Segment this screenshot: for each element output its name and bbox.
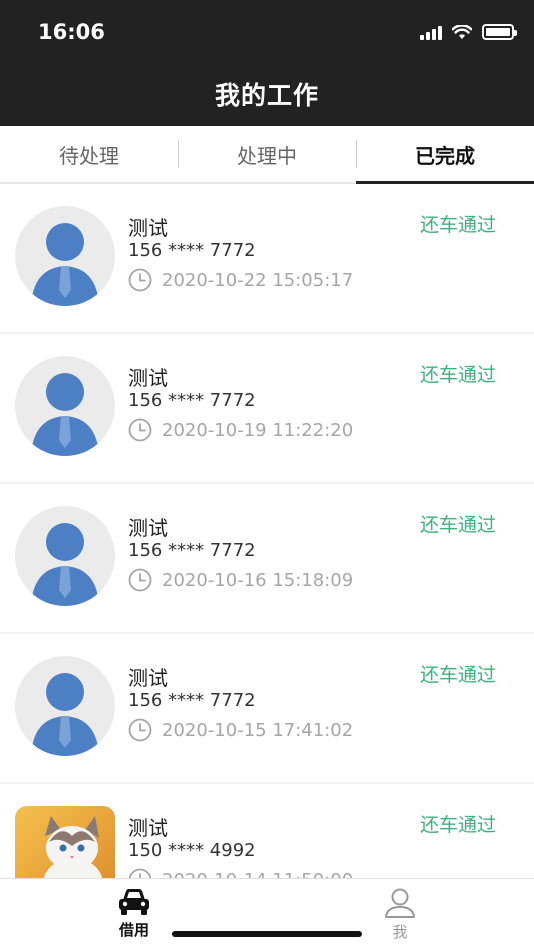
wifi-icon — [452, 24, 472, 39]
cellular-signal-icon — [420, 25, 442, 40]
clock-icon — [128, 718, 152, 742]
record-name: 测试 — [128, 816, 168, 840]
record-time-row: 2020-10-15 17:41:02 — [128, 718, 353, 742]
tab-pending[interactable]: 待处理 — [0, 126, 178, 182]
tab-in-progress[interactable]: 处理中 — [178, 126, 356, 182]
record-list: 测试 156 **** 7772 2020-10-22 15:05:17 还车通… — [0, 184, 534, 878]
record-time-row: 2020-10-22 15:05:17 — [128, 268, 353, 292]
record-name: 测试 — [128, 516, 168, 540]
status-badge: 还车通过 — [419, 214, 496, 236]
clock-icon — [128, 568, 152, 592]
record-time-row: 2020-10-19 11:22:20 — [128, 418, 353, 442]
default-avatar-icon — [15, 656, 115, 756]
status-tabs: 待处理 处理中 已完成 — [0, 126, 534, 184]
status-icons — [420, 24, 517, 40]
clock-icon — [128, 268, 152, 292]
record-time: 2020-10-22 15:05:17 — [162, 269, 354, 291]
person-icon — [385, 888, 415, 918]
list-item[interactable]: 测试 156 **** 7772 2020-10-22 15:05:17 还车通… — [0, 184, 534, 332]
status-badge: 还车通过 — [419, 514, 496, 536]
record-time: 2020-10-14 11:50:00 — [162, 870, 353, 879]
tab-completed[interactable]: 已完成 — [356, 126, 534, 184]
cat-photo-avatar — [15, 806, 115, 878]
status-time: 16:06 — [38, 20, 105, 44]
status-badge: 还车通过 — [419, 364, 496, 386]
default-avatar-icon — [15, 506, 115, 606]
tabbar-item-me[interactable]: 我 — [360, 887, 440, 942]
record-phone: 156 **** 7772 — [128, 540, 256, 561]
battery-icon — [482, 24, 517, 40]
record-name: 测试 — [128, 666, 168, 690]
clock-icon — [128, 418, 152, 442]
default-avatar-icon — [15, 356, 115, 456]
default-avatar-icon — [15, 206, 115, 306]
record-name: 测试 — [128, 366, 168, 390]
record-phone: 156 **** 7772 — [128, 690, 256, 711]
record-time-row: 2020-10-14 11:50:00 — [128, 868, 353, 878]
tabbar-item-borrow[interactable]: 借用 — [94, 887, 174, 940]
record-name: 测试 — [128, 216, 168, 240]
record-time-row: 2020-10-16 15:18:09 — [128, 568, 353, 592]
status-badge: 还车通过 — [419, 664, 496, 686]
clock-icon — [128, 868, 152, 878]
record-time: 2020-10-19 11:22:20 — [162, 419, 354, 441]
car-icon — [119, 889, 149, 915]
list-item[interactable]: 测试 156 **** 7772 2020-10-15 17:41:02 还车通… — [0, 634, 534, 782]
record-phone: 150 **** 4992 — [128, 840, 256, 861]
list-item[interactable]: 测试 150 **** 4992 2020-10-14 11:50:00 还车通… — [0, 784, 534, 878]
list-item[interactable]: 测试 156 **** 7772 2020-10-19 11:22:20 还车通… — [0, 334, 534, 482]
record-time: 2020-10-16 15:18:09 — [162, 569, 354, 591]
tabbar-label: 我 — [392, 923, 408, 941]
record-phone: 156 **** 7772 — [128, 240, 256, 261]
status-badge: 还车通过 — [419, 814, 496, 836]
bottom-tab-bar: 借用 我 — [0, 878, 534, 950]
record-phone: 156 **** 7772 — [128, 390, 256, 411]
list-item[interactable]: 测试 156 **** 7772 2020-10-16 15:18:09 还车通… — [0, 484, 534, 632]
home-indicator[interactable] — [172, 931, 362, 937]
tabbar-label: 借用 — [118, 921, 149, 939]
record-time: 2020-10-15 17:41:02 — [162, 719, 354, 741]
app-header: 16:06 我的工作 — [0, 0, 534, 126]
page-title: 我的工作 — [214, 81, 319, 110]
